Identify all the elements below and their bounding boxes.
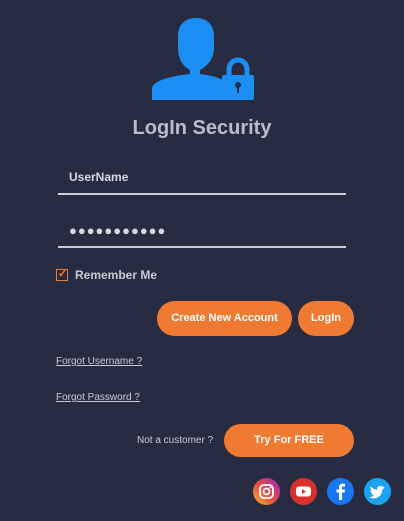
username-field[interactable]: UserName — [58, 163, 346, 195]
forgot-username-link[interactable]: Forgot Username ? — [56, 356, 142, 367]
remember-label: Remember Me — [75, 268, 158, 282]
create-account-button[interactable]: Create New Account — [157, 301, 292, 336]
signup-prompt: Not a customer ? — [137, 435, 214, 446]
youtube-icon[interactable] — [290, 478, 317, 505]
forgot-password-link[interactable]: Forgot Password ? — [56, 392, 140, 403]
instagram-icon[interactable] — [253, 478, 280, 505]
password-value: ●●●●●●●●●●● — [69, 223, 167, 238]
username-value: UserName — [69, 170, 129, 184]
facebook-icon[interactable] — [327, 478, 354, 505]
page-title: LogIn Security — [132, 117, 272, 139]
login-button[interactable]: LogIn — [298, 301, 354, 336]
password-field[interactable]: ●●●●●●●●●●● — [58, 216, 346, 248]
remember-me[interactable]: ✓ Remember Me — [56, 267, 157, 283]
twitter-icon[interactable] — [364, 478, 391, 505]
try-free-button[interactable]: Try For FREE — [224, 424, 354, 457]
remember-checkbox[interactable]: ✓ — [56, 268, 68, 281]
check-icon: ✓ — [58, 268, 68, 280]
user-lock-icon — [152, 18, 254, 100]
